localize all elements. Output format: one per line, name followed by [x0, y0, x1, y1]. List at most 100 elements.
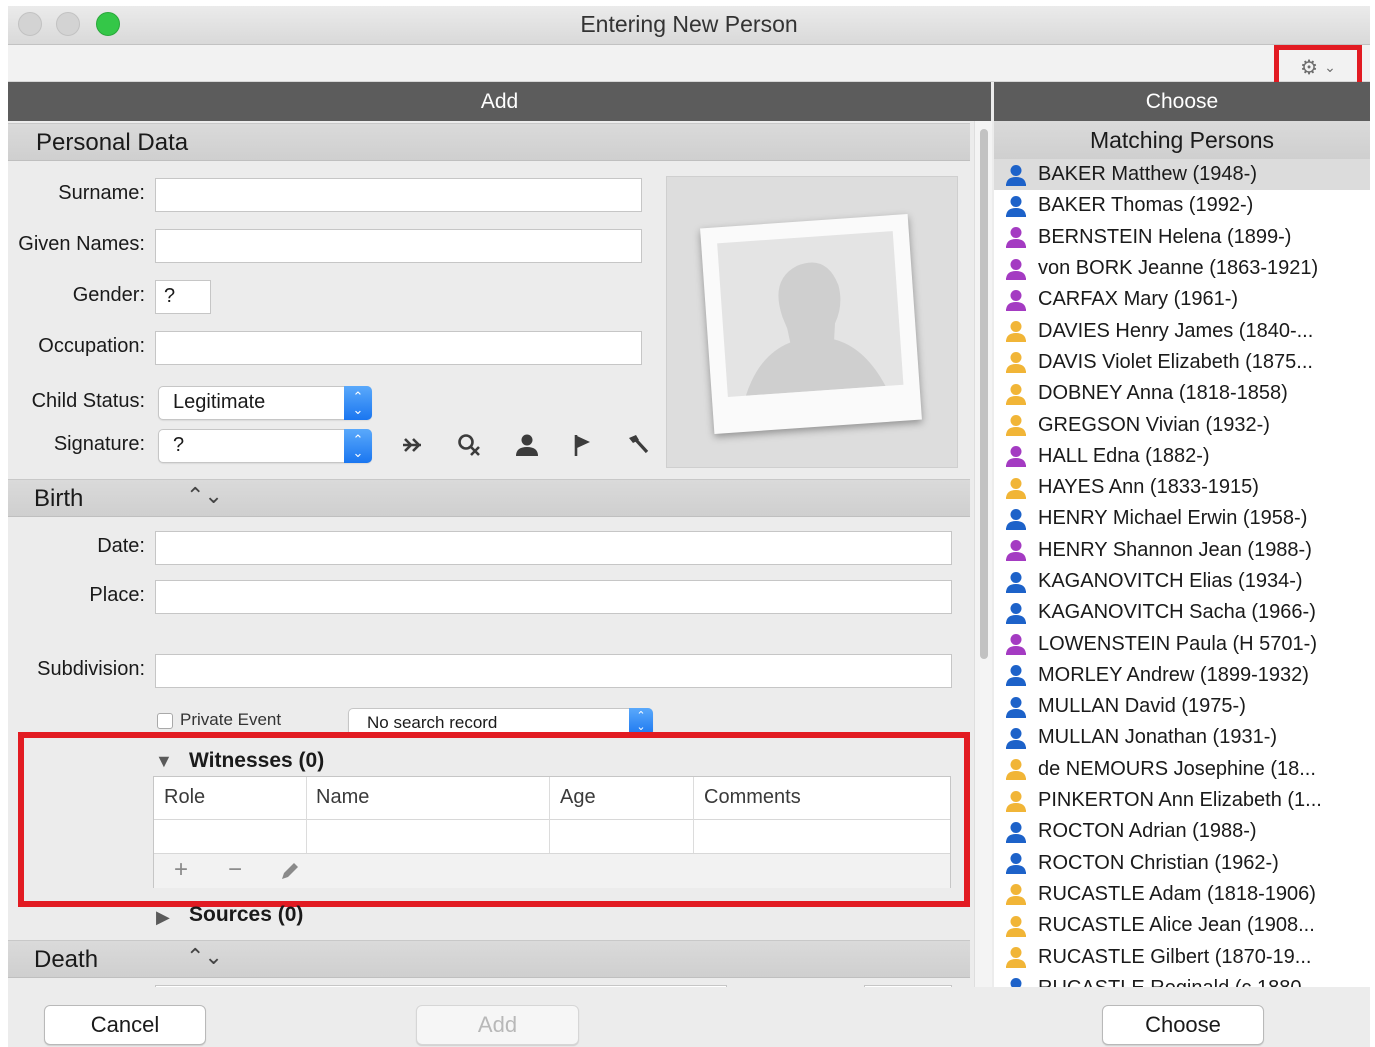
person-name: HENRY Shannon Jean (1988-) [1038, 538, 1312, 561]
person-row[interactable]: HALL Edna (1882-) [994, 441, 1370, 472]
witnesses-table-header: Role Name Age Comments [154, 777, 950, 820]
person-name: PINKERTON Ann Elizabeth (1... [1038, 789, 1322, 812]
person-row[interactable]: DAVIS Violet Elizabeth (1875... [994, 347, 1370, 378]
choose-button[interactable]: Choose [1102, 1005, 1264, 1045]
person-row[interactable]: RUCASTLE Reginald (c 1880... [994, 973, 1370, 987]
surname-field[interactable] [155, 178, 642, 212]
person-row[interactable]: HAYES Ann (1833-1915) [994, 472, 1370, 503]
person-name: RUCASTLE Gilbert (1870-19... [1038, 945, 1312, 968]
form-scrollbar[interactable] [974, 121, 992, 987]
photo-placeholder [700, 213, 922, 435]
person-row[interactable]: MULLAN Jonathan (1931-) [994, 722, 1370, 753]
occupation-field[interactable] [155, 331, 642, 365]
person-row[interactable]: von BORK Jeanne (1863-1921) [994, 253, 1370, 284]
person-name: DOBNEY Anna (1818-1858) [1038, 382, 1288, 405]
person-male-icon [994, 851, 1038, 875]
add-button[interactable]: Add [416, 1005, 579, 1045]
private-event-label: Private Event [180, 710, 282, 729]
person-row[interactable]: MULLAN David (1975-) [994, 691, 1370, 722]
birth-place-field[interactable] [155, 580, 952, 614]
gender-field[interactable]: ? [155, 280, 211, 314]
person-row[interactable]: DOBNEY Anna (1818-1858) [994, 378, 1370, 409]
event-type-stepper-icon[interactable]: ⌃⌄ [186, 944, 223, 970]
person-row[interactable]: RUCASTLE Adam (1818-1906) [994, 879, 1370, 910]
given-names-field[interactable] [155, 229, 642, 263]
person-row[interactable]: HENRY Michael Erwin (1958-) [994, 503, 1370, 534]
person-name: RUCASTLE Alice Jean (1908... [1038, 914, 1315, 937]
person-female-icon [994, 632, 1038, 656]
add-column-header: Add [8, 82, 991, 121]
person-unknown-icon [994, 350, 1038, 374]
person-row[interactable]: BAKER Thomas (1992-) [994, 190, 1370, 221]
search-record-value: No search record [367, 713, 498, 732]
clear-search-icon[interactable] [455, 431, 483, 459]
person-row[interactable]: LOWENSTEIN Paula (H 5701-) [994, 628, 1370, 659]
signature-popup[interactable]: ? ⌃ ⌄ [158, 429, 372, 463]
person-row[interactable]: MORLEY Andrew (1899-1932) [994, 660, 1370, 691]
person-row[interactable]: BERNSTEIN Helena (1899-) [994, 222, 1370, 253]
person-row[interactable]: RUCASTLE Alice Jean (1908... [994, 910, 1370, 941]
photo-well[interactable] [666, 176, 958, 468]
person-unknown-icon [994, 945, 1038, 969]
person-female-icon [994, 288, 1038, 312]
person-name: BERNSTEIN Helena (1899-) [1038, 225, 1292, 248]
person-name: MULLAN David (1975-) [1038, 695, 1246, 718]
scrollbar-thumb[interactable] [980, 129, 988, 659]
person-male-icon [994, 163, 1038, 187]
person-icon[interactable] [514, 432, 540, 458]
add-witness-button[interactable]: + [174, 856, 188, 884]
person-name: GREGSON Vivian (1932-) [1038, 413, 1270, 436]
person-row[interactable]: HENRY Shannon Jean (1988-) [994, 535, 1370, 566]
birth-section-header[interactable]: Birth ⌃⌄ [8, 479, 970, 517]
person-male-icon [994, 726, 1038, 750]
column-header-age[interactable]: Age [550, 777, 606, 819]
person-name: RUCASTLE Adam (1818-1906) [1038, 882, 1316, 905]
cancel-button[interactable]: Cancel [44, 1005, 206, 1045]
person-row[interactable]: KAGANOVITCH Elias (1934-) [994, 566, 1370, 597]
person-row[interactable]: de NEMOURS Josephine (18... [994, 754, 1370, 785]
person-row[interactable]: ROCTON Christian (1962-) [994, 848, 1370, 879]
person-name: KAGANOVITCH Sacha (1966-) [1038, 601, 1316, 624]
witnesses-table-footer: + − [154, 853, 950, 888]
person-name: MORLEY Andrew (1899-1932) [1038, 663, 1309, 686]
column-header-name[interactable]: Name [306, 777, 379, 819]
death-section-header[interactable]: Death ⌃⌄ [8, 940, 970, 978]
column-divider [693, 777, 694, 853]
person-row[interactable]: GREGSON Vivian (1932-) [994, 409, 1370, 440]
birth-subdivision-field[interactable] [155, 654, 952, 688]
person-row[interactable]: CARFAX Mary (1961-) [994, 284, 1370, 315]
disclosure-triangle-open-icon[interactable]: ▼ [155, 751, 173, 772]
column-header-role[interactable]: Role [154, 777, 215, 819]
given-names-label: Given Names: [18, 233, 145, 255]
hammer-icon[interactable] [626, 432, 650, 458]
disclosure-triangle-closed-icon[interactable]: ▶ [156, 907, 170, 928]
person-male-icon [994, 570, 1038, 594]
person-row[interactable]: DAVIES Henry James (1840-... [994, 315, 1370, 346]
person-row[interactable]: PINKERTON Ann Elizabeth (1... [994, 785, 1370, 816]
person-male-icon [994, 507, 1038, 531]
person-unknown-icon [994, 914, 1038, 938]
scissors-icon[interactable] [399, 433, 425, 459]
person-row[interactable]: BAKER Matthew (1948-) [994, 159, 1370, 191]
birth-date-field[interactable] [155, 531, 952, 565]
birth-subdivision-label: Subdivision: [37, 658, 145, 680]
person-name: BAKER Thomas (1992-) [1038, 194, 1254, 217]
flag-icon[interactable] [571, 432, 595, 458]
matching-persons-list[interactable]: BAKER Matthew (1948-) BAKER Thomas (1992-… [994, 159, 1370, 987]
pencil-icon[interactable] [278, 859, 302, 883]
person-name: LOWENSTEIN Paula (H 5701-) [1038, 632, 1317, 655]
column-divider [549, 777, 550, 853]
column-header-comments[interactable]: Comments [694, 777, 811, 819]
child-status-popup[interactable]: Legitimate ⌃ ⌄ [158, 386, 372, 420]
choose-column-header: Choose [994, 82, 1370, 121]
person-row[interactable]: ROCTON Adrian (1988-) [994, 816, 1370, 847]
event-type-stepper-icon[interactable]: ⌃⌄ [186, 483, 223, 509]
person-row[interactable]: RUCASTLE Gilbert (1870-19... [994, 941, 1370, 972]
column-divider [306, 777, 307, 853]
person-row[interactable]: KAGANOVITCH Sacha (1966-) [994, 597, 1370, 628]
person-name: HALL Edna (1882-) [1038, 444, 1210, 467]
person-name: KAGANOVITCH Elias (1934-) [1038, 570, 1303, 592]
private-event-checkbox[interactable] [157, 713, 173, 729]
witnesses-table[interactable]: Role Name Age Comments + − [153, 776, 951, 888]
remove-witness-button[interactable]: − [228, 856, 242, 884]
